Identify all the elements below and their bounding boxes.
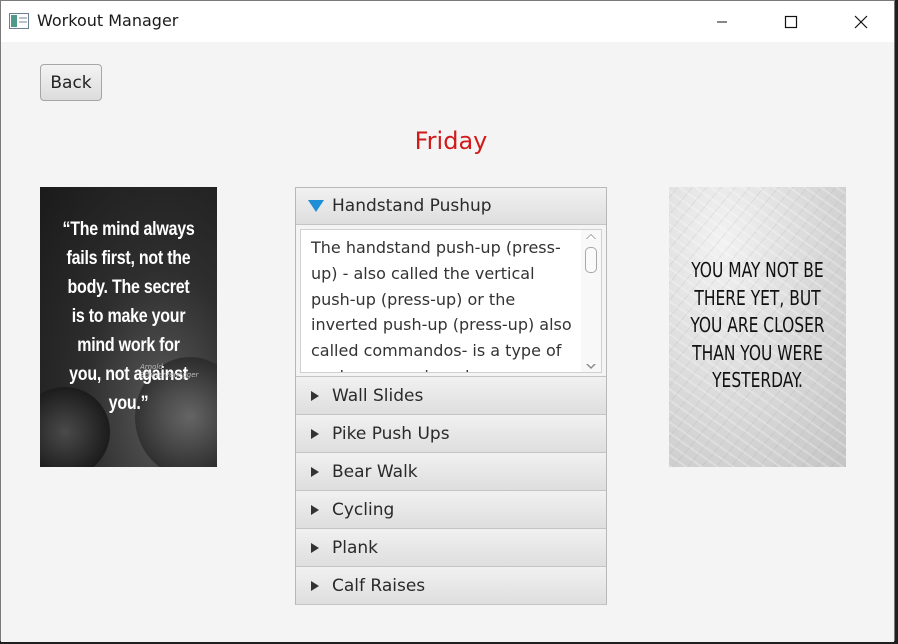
app-icon — [9, 13, 29, 29]
accordion-pane-plank[interactable]: Plank — [296, 529, 606, 567]
motivational-poster-left: “The mind always fails first, not the bo… — [40, 187, 217, 467]
pane-content: The handstand push-up (press-up) - also … — [296, 225, 606, 377]
maximize-button[interactable] — [768, 1, 814, 42]
accordion-pane-handstand-pushup[interactable]: Handstand Pushup — [296, 188, 606, 225]
chevron-right-icon — [311, 543, 319, 553]
chevron-right-icon — [311, 581, 319, 591]
pane-label: Pike Push Ups — [332, 423, 450, 444]
window-title: Workout Manager — [37, 11, 179, 30]
app-window: Workout Manager Back Friday “The mind al… — [0, 0, 895, 642]
maximize-icon — [784, 15, 798, 28]
page-title: Friday — [414, 127, 488, 155]
accordion-pane-wall-slides[interactable]: Wall Slides — [296, 377, 606, 415]
poster-signature: Arnold Schwarzenegger — [140, 363, 199, 379]
pane-label: Wall Slides — [332, 385, 424, 406]
pane-label: Cycling — [332, 499, 395, 520]
chevron-right-icon — [311, 429, 319, 439]
close-icon — [854, 15, 868, 28]
exercise-description-textarea[interactable]: The handstand push-up (press-up) - also … — [300, 229, 602, 373]
poster-quote: YOU MAY NOT BE THERE YET, BUT YOU ARE CL… — [690, 258, 825, 392]
exercise-description: The handstand push-up (press-up) - also … — [311, 238, 572, 372]
vertical-scrollbar[interactable] — [581, 230, 601, 372]
accordion-pane-bear-walk[interactable]: Bear Walk — [296, 453, 606, 491]
poster-quote: “The mind always fails first, not the bo… — [62, 218, 195, 414]
chevron-down-icon — [308, 200, 324, 212]
accordion-pane-calf-raises[interactable]: Calf Raises — [296, 567, 606, 605]
accordion-pane-pike-push-ups[interactable]: Pike Push Ups — [296, 415, 606, 453]
accordion-pane-cycling[interactable]: Cycling — [296, 491, 606, 529]
pane-label: Calf Raises — [332, 575, 426, 596]
back-button[interactable]: Back — [40, 64, 102, 101]
scroll-up-icon[interactable] — [586, 234, 596, 239]
chevron-right-icon — [311, 391, 319, 401]
chevron-right-icon — [311, 467, 319, 477]
scroll-thumb[interactable] — [585, 247, 597, 273]
close-button[interactable] — [838, 1, 884, 42]
minimize-button[interactable] — [699, 1, 745, 42]
motivational-poster-right: YOU MAY NOT BE THERE YET, BUT YOU ARE CL… — [669, 187, 846, 467]
pane-label: Plank — [332, 537, 379, 558]
chevron-right-icon — [311, 505, 319, 515]
pane-label: Bear Walk — [332, 461, 418, 482]
scroll-down-icon[interactable] — [586, 363, 596, 369]
exercise-accordion: Handstand Pushup The handstand push-up (… — [295, 187, 607, 605]
main-content: Back Friday “The mind always fails first… — [1, 42, 894, 642]
pane-label: Handstand Pushup — [332, 196, 492, 216]
minimize-icon — [717, 21, 727, 22]
title-bar: Workout Manager — [1, 1, 894, 42]
